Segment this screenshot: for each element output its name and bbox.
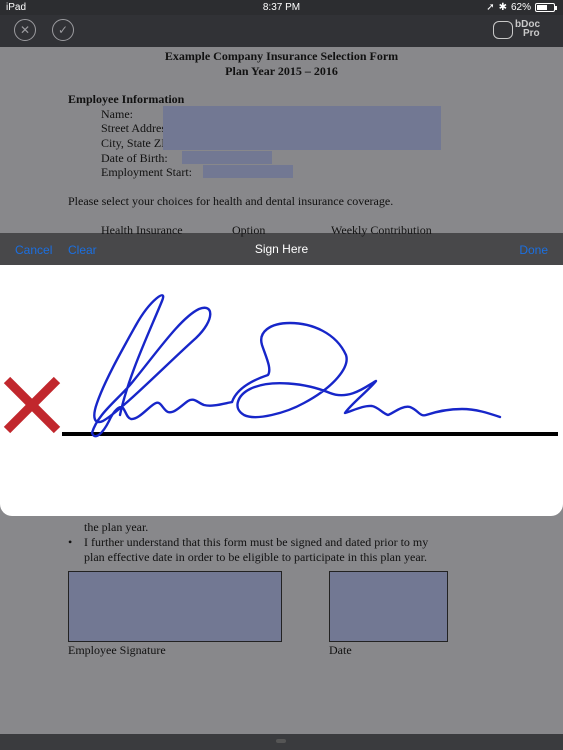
field-name: Name:: [101, 107, 133, 121]
partial-text-line: the plan year.: [84, 520, 149, 534]
sign-sheet-title: Sign Here: [254, 242, 309, 256]
doc-subtitle: Plan Year 2015 – 2016: [225, 64, 338, 78]
app-logo: bDoc Pro: [493, 18, 553, 42]
battery-fill: [537, 5, 547, 10]
status-bar: iPad 8:37 PM ➚ ✱ 62%: [0, 0, 563, 15]
employee-signature-box[interactable]: [68, 571, 282, 642]
done-button[interactable]: Done: [519, 243, 548, 257]
battery-icon: [535, 3, 557, 12]
logo-text-line2: Pro: [523, 28, 540, 39]
signature-canvas[interactable]: [0, 265, 563, 516]
signature-ink: [90, 294, 502, 438]
bullet-text-line2: plan effective date in order to be eligi…: [84, 550, 427, 564]
bullet-text-line1: I further understand that this form must…: [84, 535, 429, 549]
drag-handle[interactable]: [276, 739, 286, 743]
bottom-strip: [0, 734, 563, 750]
redacted-start: [203, 165, 293, 178]
location-icon: ➚: [486, 2, 495, 13]
field-employment: Employment Start:: [101, 165, 192, 179]
redacted-state: [352, 136, 378, 149]
bluetooth-icon: ✱: [498, 2, 507, 13]
check-circle-icon[interactable]: ✓: [52, 19, 74, 41]
instruction-text: Please select your choices for health an…: [68, 194, 394, 208]
sign-here-sheet: Cancel Clear Sign Here Done: [0, 233, 563, 516]
redacted-zip: [381, 136, 441, 149]
bullet-icon: •: [68, 535, 73, 549]
redacted-city: [187, 136, 347, 149]
section-heading: Employee Information: [68, 92, 185, 106]
field-dob: Date of Birth:: [101, 151, 168, 165]
signature-svg: [3, 294, 558, 438]
doc-title: Example Company Insurance Selection Form: [164, 49, 399, 63]
employee-signature-label: Employee Signature: [68, 643, 166, 657]
sign-sheet-header: Cancel Clear Sign Here Done: [0, 233, 563, 265]
date-box[interactable]: [329, 571, 448, 642]
status-time: 8:37 PM: [262, 2, 301, 13]
logo-icon: [493, 21, 513, 39]
signature-x-icon: [3, 376, 61, 434]
x-circle-icon[interactable]: ✕: [14, 19, 36, 41]
battery-percent: 62%: [510, 2, 531, 13]
redacted-dob: [182, 151, 272, 164]
top-toolbar: ✕ ✓ bDoc Pro: [0, 15, 563, 47]
date-label: Date: [329, 643, 352, 657]
